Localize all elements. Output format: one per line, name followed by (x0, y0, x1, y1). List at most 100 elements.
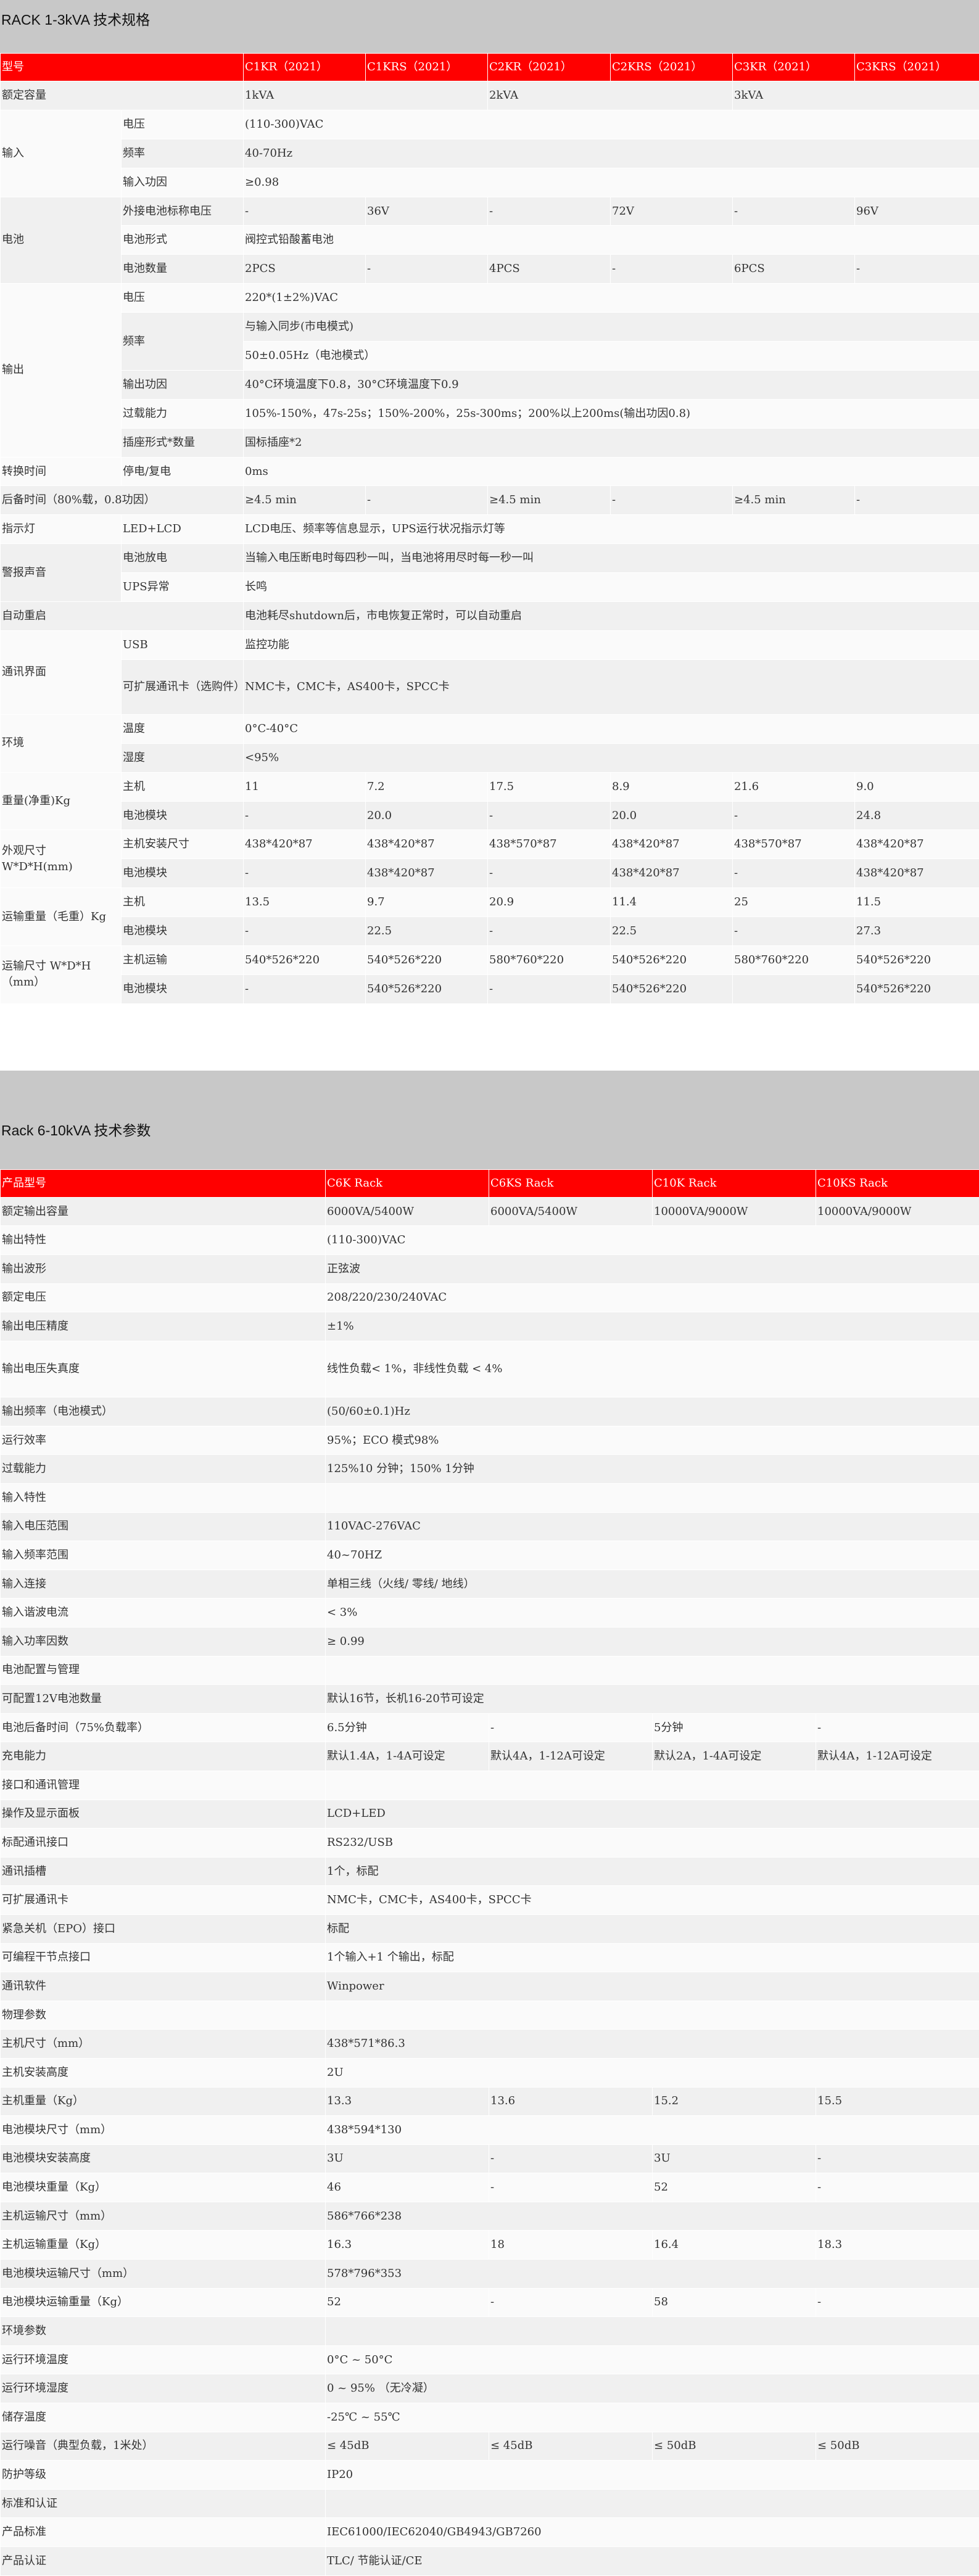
spec-cell (326, 1656, 979, 1685)
spec-2-row: 可配置12V电池数量默认16节，长机16-20节可设定 (1, 1685, 979, 1714)
spec-2-row: 电池模块运输尺寸（mm）578*796*353 (1, 2260, 979, 2289)
spec-1-row: 警报声音电池放电当输入电压断电时每四秒一叫，当电池将用尽时每一秒一叫 (1, 544, 979, 573)
spec-cell: 监控功能 (244, 630, 979, 659)
spec-cell: 22.5 (611, 917, 733, 946)
spec-2-row: 输入电压范围110VAC-276VAC (1, 1512, 979, 1541)
spec-cell: NMC卡，CMC卡，AS400卡，SPCC卡 (244, 659, 979, 714)
spec-cell: 208/220/230/240VAC (326, 1283, 979, 1312)
spec-cell: 默认4A，1-12A可设定 (816, 1742, 979, 1771)
spec-cell: 540*526*220 (366, 974, 488, 1003)
spec-cell: 15.5 (816, 2087, 979, 2116)
spec-cell: 20.0 (611, 801, 733, 830)
spec-2-row: 主机运输重量（Kg）16.31816.418.3 (1, 2231, 979, 2260)
spec-2-row: 通讯插槽1个，标配 (1, 1857, 979, 1886)
spec-cell: 通讯插槽 (1, 1857, 326, 1886)
spec-2-row: 额定电压208/220/230/240VAC (1, 1283, 979, 1312)
spec-cell: 540*526*220 (855, 946, 979, 975)
spec-cell: 输入连接 (1, 1570, 326, 1599)
spec-1-row: 运输尺寸 W*D*H（mm）主机运输540*526*220540*526*220… (1, 946, 979, 975)
spec-cell: 438*571*86.3 (326, 2030, 979, 2059)
spec-cell: 充电能力 (1, 1742, 326, 1771)
spec-cell: 58 (653, 2288, 816, 2317)
spec-cell: - (733, 859, 855, 888)
spec-2-row: 运行噪音（典型负载，1米处）≤ 45dB≤ 45dB≤ 50dB≤ 50dB (1, 2432, 979, 2461)
spec-cell: 电池放电 (122, 544, 244, 573)
spec-1-row: 电池模块-438*420*87-438*420*87-438*420*87 (1, 859, 979, 888)
spec-cell: 额定输出容量 (1, 1197, 326, 1226)
spec-cell (326, 1771, 979, 1800)
spec-1-row: 过载能力105%-150%，47s-25s；150%-200%，25s-300m… (1, 399, 979, 428)
spec-cell: 运输重量（毛重）Kg (1, 888, 122, 946)
spec-2-row: 电池配置与管理 (1, 1656, 979, 1685)
spec-2-row: 标配通讯接口RS232/USB (1, 1829, 979, 1858)
spec-cell: 输出 (1, 284, 122, 457)
spec-cell: 环境 (1, 714, 122, 772)
spec-cell: IEC61000/IEC62040/GB4943/GB7260 (326, 2518, 979, 2547)
spec-cell: 过载能力 (1, 1455, 326, 1484)
spec-cell: - (244, 859, 366, 888)
spec-cell: - (244, 801, 366, 830)
section-1-title: RACK 1-3kVA 技术规格 (1, 8, 150, 29)
spec-cell: 电池模块运输重量（Kg） (1, 2288, 326, 2317)
table-header-row: 产品型号C6K RackC6KS RackC10K RackC10KS Rack (1, 1169, 979, 1197)
spec-cell: 438*420*87 (366, 830, 488, 859)
spec-cell: ±1% (326, 1312, 979, 1341)
spec-cell: 18.3 (816, 2231, 979, 2260)
spec-1-row: 额定容量1kVA2kVA3kVA (1, 81, 979, 110)
spec-cell: - (611, 486, 733, 515)
spec-cell: 输入特性 (1, 1484, 326, 1513)
spec-cell: 与输入同步(市电模式) (244, 313, 979, 342)
header-cell: C2KR（2021） (488, 54, 611, 81)
spec-2-row: 输入特性 (1, 1484, 979, 1513)
spec-cell: 540*526*220 (611, 974, 733, 1003)
spec-cell (326, 2317, 979, 2346)
spec-2-row: 标准和认证 (1, 2489, 979, 2518)
spec-cell: 产品标准 (1, 2518, 326, 2547)
spec-2-row: 额定输出容量6000VA/5400W6000VA/5400W10000VA/90… (1, 1197, 979, 1226)
spec-cell: 0 ~ 95% （无冷凝） (326, 2374, 979, 2403)
spec-cell: 外接电池标称电压 (122, 197, 244, 226)
spec-cell: 电池数量 (122, 255, 244, 284)
spec-cell: <95% (244, 743, 979, 772)
spec-cell: ≤ 50dB (653, 2432, 816, 2461)
spec-cell: 40-70Hz (244, 139, 979, 168)
spec-cell: 物理参数 (1, 2001, 326, 2030)
spec-cell: 长鸣 (244, 573, 979, 602)
spec-cell: 主机尺寸（mm） (1, 2030, 326, 2059)
spec-cell: 默认16节，长机16-20节可设定 (326, 1685, 979, 1714)
spec-cell: 外观尺寸 W*D*H(mm) (1, 830, 122, 888)
spec-cell: 湿度 (122, 743, 244, 772)
spec-cell: 国标插座*2 (244, 428, 979, 457)
spec-cell: USB (122, 630, 244, 659)
spec-cell: ≤ 50dB (816, 2432, 979, 2461)
spec-cell: 4PCS (488, 255, 611, 284)
spec-cell: 0°C-40°C (244, 714, 979, 743)
spec-cell: ≥4.5 min (488, 486, 611, 515)
spec-cell: 10000VA/9000W (816, 1197, 979, 1226)
spec-cell: 电池模块 (122, 801, 244, 830)
spec-2-row: 储存温度-25℃ ~ 55℃ (1, 2403, 979, 2432)
spec-cell: RS232/USB (326, 1829, 979, 1858)
spec-cell: 阀控式铅酸蓄电池 (244, 226, 979, 255)
spec-cell: 7.2 (366, 772, 488, 801)
spec-cell: - (489, 1713, 653, 1742)
spec-cell: < 3% (326, 1599, 979, 1627)
spec-1-row: 外观尺寸 W*D*H(mm)主机安装尺寸438*420*87438*420*87… (1, 830, 979, 859)
spec-cell: 输入电压范围 (1, 1512, 326, 1541)
spec-cell: 20.0 (366, 801, 488, 830)
spec-cell: TLC/ 节能认证/CE (326, 2547, 979, 2576)
spec-cell: 586*766*238 (326, 2202, 979, 2231)
spec-cell: 21.6 (733, 772, 855, 801)
spec-cell: -25℃ ~ 55℃ (326, 2403, 979, 2432)
spec-cell: 运行噪音（典型负载，1米处） (1, 2432, 326, 2461)
spec-cell: 电池后备时间（75%负载率） (1, 1713, 326, 1742)
spec-2-row: 可编程干节点接口1个输入+1 个输出，标配 (1, 1943, 979, 1972)
spec-2-row: 主机运输尺寸（mm）586*766*238 (1, 2202, 979, 2231)
spec-cell: - (244, 917, 366, 946)
spec-cell: 输入功因 (122, 168, 244, 197)
spec-1-row: 电池模块-20.0-20.0-24.8 (1, 801, 979, 830)
spec-2-row: 输入频率范围40~70HZ (1, 1541, 979, 1570)
spec-1-row: 后备时间（80%载，0.8功因）≥4.5 min-≥4.5 min-≥4.5 m… (1, 486, 979, 515)
spec-2-row: 输出波形正弦波 (1, 1255, 979, 1284)
spec-cell: - (611, 255, 733, 284)
